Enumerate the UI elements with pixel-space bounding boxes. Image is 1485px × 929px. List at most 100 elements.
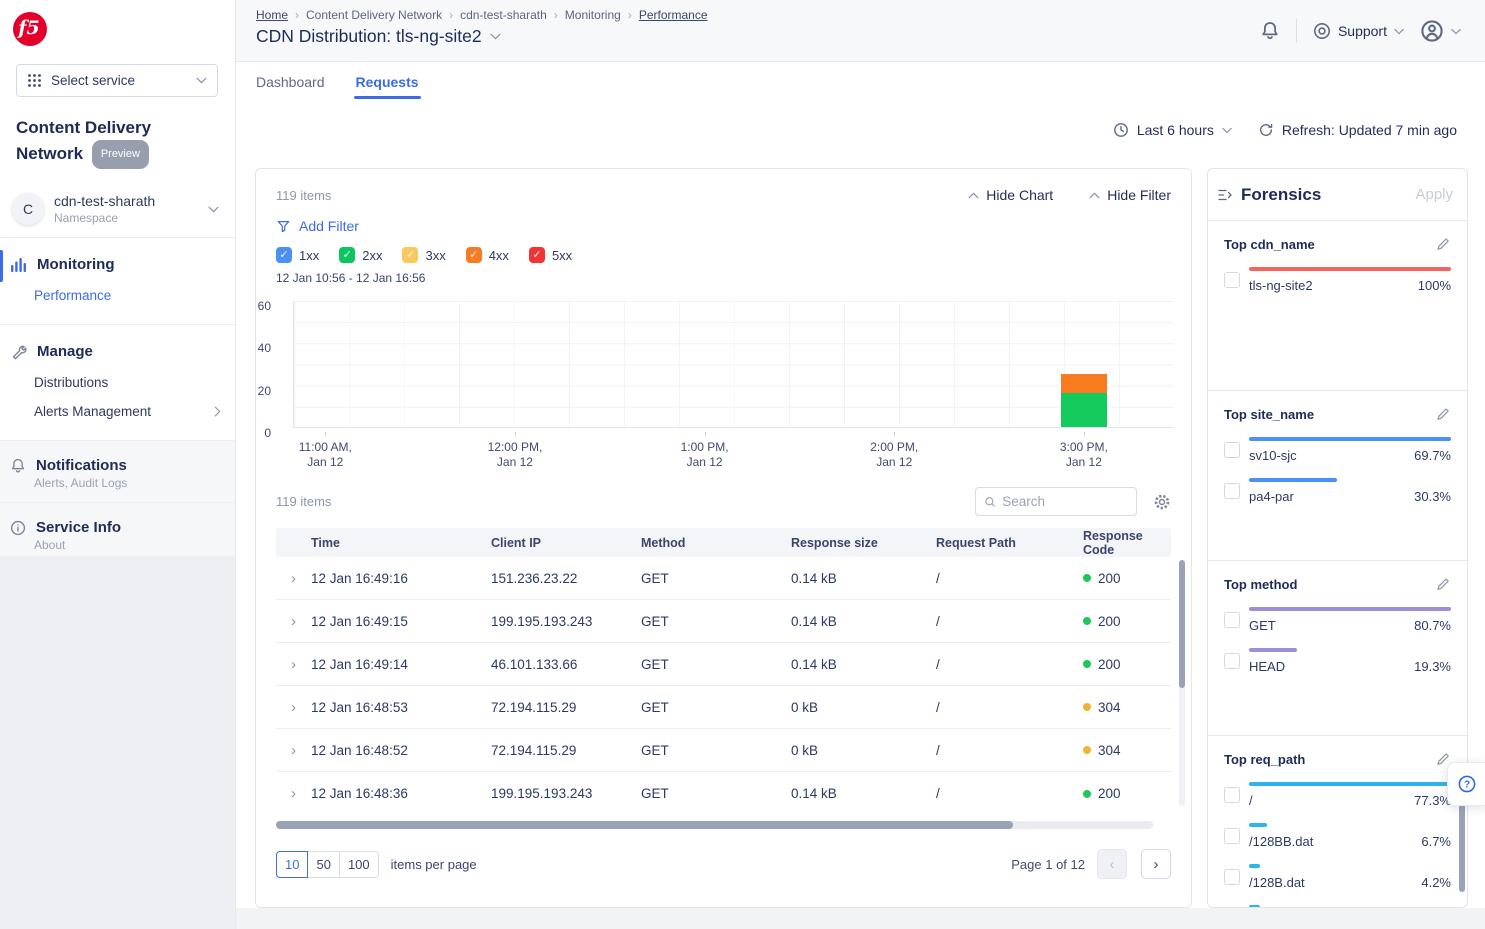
service-selector[interactable]: Select service — [16, 64, 218, 97]
breadcrumb-item[interactable]: Home — [256, 8, 288, 22]
hide-chart-button[interactable]: Hide Chart — [968, 187, 1053, 203]
bar-segment-4xx[interactable] — [1061, 374, 1107, 393]
forensics-item-checkbox[interactable] — [1224, 272, 1240, 288]
forensics-item-checkbox[interactable] — [1224, 869, 1240, 885]
table-row[interactable]: ›12 Jan 16:48:36199.195.193.243GET0.14 k… — [276, 772, 1171, 815]
column-header[interactable]: Method — [641, 536, 791, 550]
table-row[interactable]: ›12 Jan 16:49:15199.195.193.243GET0.14 k… — [276, 600, 1171, 643]
column-header[interactable]: Response size — [791, 536, 936, 550]
table-row[interactable]: ›12 Jan 16:48:5372.194.115.29GET0 kB/304 — [276, 686, 1171, 729]
apply-button[interactable]: Apply — [1415, 186, 1453, 203]
row-expand-icon[interactable]: › — [276, 742, 311, 759]
table-row[interactable]: ›12 Jan 16:49:16151.236.23.22GET0.14 kB/… — [276, 557, 1171, 600]
table-horizontal-scrollbar[interactable] — [276, 821, 1153, 829]
breadcrumb-item[interactable]: Performance — [639, 8, 708, 22]
cell-client_ip: 72.194.115.29 — [491, 700, 641, 715]
cell-time: 12 Jan 16:48:52 — [311, 743, 491, 758]
stacked-bar[interactable] — [1061, 374, 1107, 427]
time-range-selector[interactable]: Last 6 hours — [1113, 122, 1232, 138]
checkbox-checked-icon[interactable] — [402, 247, 418, 263]
time-range-label: Last 6 hours — [1137, 122, 1214, 138]
f5-logo[interactable]: f5 — [13, 12, 47, 46]
breadcrumb-item[interactable]: Content Delivery Network — [306, 8, 442, 22]
forensics-item-labels: /128BB.dat6.7% — [1249, 834, 1451, 849]
forensics-item-checkbox[interactable] — [1224, 612, 1240, 628]
status-filter-5xx[interactable]: 5xx — [529, 247, 572, 263]
bar-segment-2xx[interactable] — [1061, 393, 1107, 427]
table-row[interactable]: ›12 Jan 16:48:5272.194.115.29GET0 kB/304 — [276, 729, 1171, 772]
table-vertical-scrollbar[interactable] — [1179, 560, 1185, 806]
forensics-item-value: 19.3% — [1414, 659, 1451, 674]
help-button[interactable]: ? — [1447, 762, 1485, 806]
tab-dashboard[interactable]: Dashboard — [256, 74, 325, 99]
column-header[interactable]: Client IP — [491, 536, 641, 550]
forensics-item-value: 80.7% — [1414, 618, 1451, 633]
forensics-scrollbar-thumb[interactable] — [1459, 804, 1465, 892]
forensics-item-checkbox[interactable] — [1224, 828, 1240, 844]
edit-pencil-button[interactable] — [1435, 406, 1451, 422]
forensics-item-checkbox[interactable] — [1224, 483, 1240, 499]
sidebar-item-subtitle: About — [0, 536, 235, 552]
chevron-down-icon — [196, 77, 207, 84]
previous-page-button[interactable]: ‹ — [1097, 849, 1127, 879]
namespace-selector[interactable]: C cdn-test-sharath Namespace — [0, 183, 235, 238]
status-filter-1xx[interactable]: 1xx — [276, 247, 319, 263]
row-expand-icon[interactable]: › — [276, 613, 311, 630]
cell-method: GET — [641, 700, 791, 715]
checkbox-checked-icon[interactable] — [276, 247, 292, 263]
scrollbar-thumb[interactable] — [276, 821, 1013, 829]
column-header[interactable]: Request Path — [936, 536, 1083, 550]
wrench-icon — [10, 344, 27, 360]
sidebar-item-notifications[interactable]: Notifications Alerts, Audit Logs — [0, 441, 235, 503]
checkbox-checked-icon[interactable] — [529, 247, 545, 263]
cell-request_path: / — [936, 700, 1083, 715]
forensics-section-title: Top cdn_name — [1224, 237, 1315, 252]
column-header[interactable]: Time — [311, 536, 491, 550]
status-filter-4xx[interactable]: 4xx — [466, 247, 509, 263]
sidebar-item-monitoring[interactable]: Monitoring — [0, 248, 235, 281]
sidebar-item-performance[interactable]: Performance — [0, 281, 235, 310]
page-size-10[interactable]: 10 — [276, 851, 308, 878]
status-filter-3xx[interactable]: 3xx — [402, 247, 445, 263]
sidebar-item-distributions[interactable]: Distributions — [0, 368, 235, 397]
support-menu[interactable]: Support — [1313, 22, 1404, 40]
checkbox-checked-icon[interactable] — [466, 247, 482, 263]
forensics-item-checkbox[interactable] — [1224, 442, 1240, 458]
sidebar-item-manage[interactable]: Manage — [0, 335, 235, 368]
row-expand-icon[interactable]: › — [276, 699, 311, 716]
column-header[interactable]: Response Code — [1083, 529, 1171, 557]
cell-time: 12 Jan 16:48:36 — [311, 786, 491, 801]
breadcrumb-item[interactable]: Monitoring — [565, 8, 621, 22]
account-menu[interactable] — [1420, 19, 1461, 43]
add-filter-button[interactable]: Add Filter — [276, 218, 359, 234]
sidebar-item-alerts-management[interactable]: Alerts Management — [0, 397, 235, 426]
search-input[interactable] — [1002, 494, 1128, 509]
forensics-item-labels: HEAD19.3% — [1249, 659, 1451, 674]
scrollbar-thumb[interactable] — [1179, 560, 1185, 688]
response-code-value: 200 — [1098, 614, 1121, 629]
next-page-button[interactable]: › — [1141, 849, 1171, 879]
status-filter-2xx[interactable]: 2xx — [339, 247, 382, 263]
page-size-50[interactable]: 50 — [307, 851, 339, 878]
forensics-item-label: sv10-sjc — [1249, 448, 1297, 463]
row-expand-icon[interactable]: › — [276, 785, 311, 802]
notifications-bell-button[interactable] — [1260, 21, 1280, 41]
forensics-item-checkbox[interactable] — [1224, 787, 1240, 803]
forensics-item-body: pa4-par30.3% — [1249, 478, 1451, 504]
page-title-dropdown[interactable]: CDN Distribution: tls-ng-site2 — [256, 26, 501, 47]
row-expand-icon[interactable]: › — [276, 570, 311, 587]
table-settings-button[interactable] — [1153, 493, 1171, 511]
topbar: Home›Content Delivery Network›cdn-test-s… — [236, 0, 1485, 62]
row-expand-icon[interactable]: › — [276, 656, 311, 673]
edit-pencil-button[interactable] — [1435, 236, 1451, 252]
tab-requests[interactable]: Requests — [356, 74, 419, 99]
page-size-100[interactable]: 100 — [339, 851, 379, 878]
checkbox-checked-icon[interactable] — [339, 247, 355, 263]
table-row[interactable]: ›12 Jan 16:49:1446.101.133.66GET0.14 kB/… — [276, 643, 1171, 686]
forensics-item-checkbox[interactable] — [1224, 653, 1240, 669]
edit-pencil-button[interactable] — [1435, 576, 1451, 592]
collapse-panel-icon[interactable] — [1218, 188, 1233, 202]
hide-filter-button[interactable]: Hide Filter — [1089, 187, 1171, 203]
breadcrumb-item[interactable]: cdn-test-sharath — [460, 8, 547, 22]
refresh-button[interactable]: Refresh: Updated 7 min ago — [1258, 122, 1457, 138]
